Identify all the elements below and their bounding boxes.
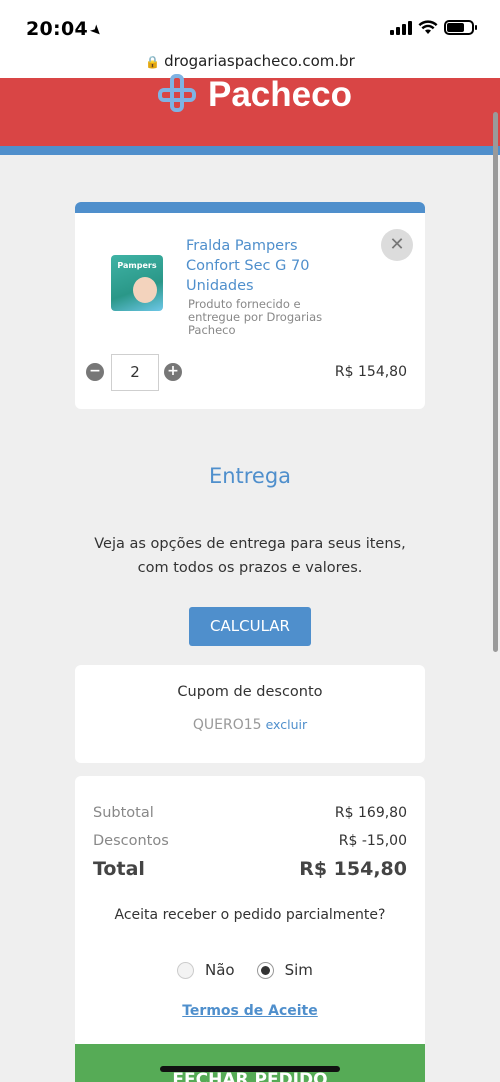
remove-item-button[interactable]: ✕	[381, 229, 413, 261]
url-text: drogariaspacheco.com.br	[164, 52, 355, 70]
delivery-title: Entrega	[208, 464, 292, 488]
radio-nao-label[interactable]: Não	[205, 961, 235, 979]
coupon-code: QUERO15	[192, 717, 262, 733]
total-value: R$ 154,80	[299, 858, 407, 880]
discount-label: Descontos	[93, 833, 169, 849]
cart-item-card: Pampers Fralda Pampers Confort Sec G 70 …	[75, 202, 425, 409]
subtotal-value: R$ 169,80	[334, 805, 407, 821]
location-arrow-icon: ➤	[86, 21, 106, 41]
item-price: R$ 154,80	[334, 364, 407, 380]
product-image-brand: Pampers	[117, 261, 157, 270]
quantity-input[interactable]: 2	[111, 354, 159, 391]
pacheco-logo[interactable]: Pacheco	[156, 74, 352, 118]
terms-link[interactable]: Termos de Aceite	[75, 1003, 425, 1019]
logo-text: Pacheco	[208, 75, 352, 114]
applied-coupon: QUERO15 excluir	[75, 717, 425, 733]
increase-quantity-button[interactable]: +	[164, 363, 182, 381]
coupon-title: Cupom de desconto	[177, 684, 323, 700]
card-top-bar	[75, 202, 425, 213]
status-bar: 20:04➤	[0, 0, 500, 52]
radio-sim-label[interactable]: Sim	[285, 961, 313, 979]
total-label: Total	[93, 858, 145, 880]
status-icons	[390, 20, 477, 35]
coupon-card: Cupom de desconto QUERO15 excluir	[75, 665, 425, 763]
product-image[interactable]: Pampers	[111, 255, 163, 311]
status-time-text: 20:04	[26, 18, 88, 40]
delivery-description-line2: com todos os prazos e valores.	[137, 560, 363, 576]
status-time: 20:04➤	[26, 18, 106, 41]
total-row: Total R$ 154,80	[93, 858, 407, 880]
product-name-link[interactable]: Fralda Pampers Confort Sec G 70 Unidades	[186, 236, 336, 296]
partial-delivery-options: Não Sim	[177, 961, 335, 979]
lock-icon: 🔒	[145, 55, 161, 69]
pharmacy-cross-icon	[156, 74, 204, 118]
header-stripe	[0, 146, 500, 155]
battery-icon	[444, 20, 477, 35]
delivery-description-line1: Veja as opções de entrega para seus iten…	[94, 536, 406, 552]
radio-nao[interactable]	[177, 961, 194, 979]
home-indicator	[160, 1066, 340, 1072]
checkout-button[interactable]: FECHAR PEDIDO	[75, 1044, 425, 1082]
delivery-description: Veja as opções de entrega para seus iten…	[0, 532, 500, 580]
discount-row: Descontos R$ -15,00	[93, 833, 407, 849]
subtotal-label: Subtotal	[93, 805, 154, 821]
seller-note: Produto fornecido e entregue por Drogari…	[188, 297, 323, 337]
decrease-quantity-button[interactable]: −	[86, 363, 104, 381]
cellular-signal-icon	[390, 20, 412, 35]
radio-sim[interactable]	[256, 961, 274, 979]
order-summary-card: Subtotal R$ 169,80 Descontos R$ -15,00 T…	[75, 776, 425, 1082]
discount-value: R$ -15,00	[338, 833, 407, 849]
remove-coupon-link[interactable]: excluir	[266, 717, 308, 732]
calculate-shipping-button[interactable]: CALCULAR	[189, 607, 311, 646]
wifi-icon	[418, 20, 438, 34]
partial-delivery-question: Aceita receber o pedido parcialmente?	[114, 907, 386, 923]
site-header: Pacheco	[0, 74, 500, 146]
subtotal-row: Subtotal R$ 169,80	[93, 805, 407, 821]
